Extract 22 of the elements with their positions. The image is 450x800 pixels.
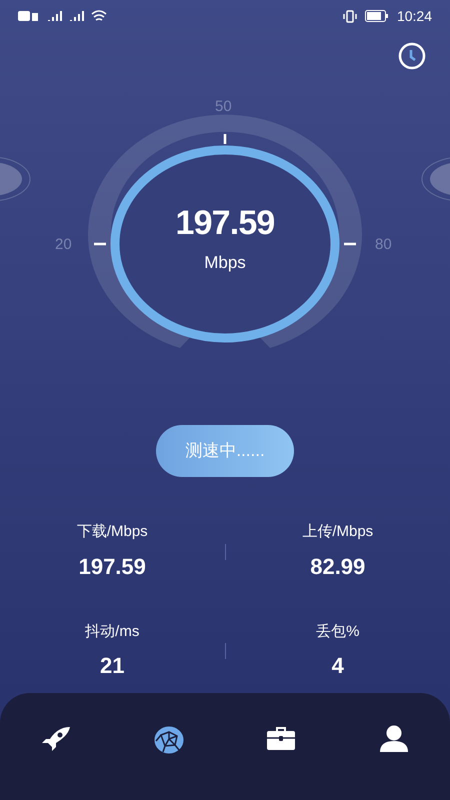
speed-value: 197.59 xyxy=(176,206,274,240)
scale-label: 20 xyxy=(55,235,72,255)
scale-label: 50 xyxy=(215,97,232,117)
tick-mark xyxy=(344,242,356,246)
stat-value: 4 xyxy=(332,652,344,680)
battery-icon xyxy=(364,10,389,22)
stat-value: 82.99 xyxy=(310,552,366,580)
stat-value: 197.59 xyxy=(78,552,146,580)
scale-label: 80 xyxy=(375,235,392,255)
tick-mark xyxy=(224,134,226,144)
stat-value: 21 xyxy=(100,652,124,680)
tick-mark xyxy=(94,242,106,246)
testing-button[interactable]: 测速中...... xyxy=(156,425,294,477)
stat-label: 丢包% xyxy=(316,622,360,642)
clock-icon xyxy=(398,42,426,70)
stat-label: 下载/Mbps xyxy=(76,522,148,542)
stat-label: 抖动/ms xyxy=(85,622,140,642)
history-button[interactable] xyxy=(398,42,426,70)
status-time: 10:24 xyxy=(396,6,432,26)
stat-label: 上传/Mbps xyxy=(302,522,374,542)
vibrate-icon xyxy=(342,10,357,22)
speed-unit: Mbps xyxy=(204,252,246,274)
